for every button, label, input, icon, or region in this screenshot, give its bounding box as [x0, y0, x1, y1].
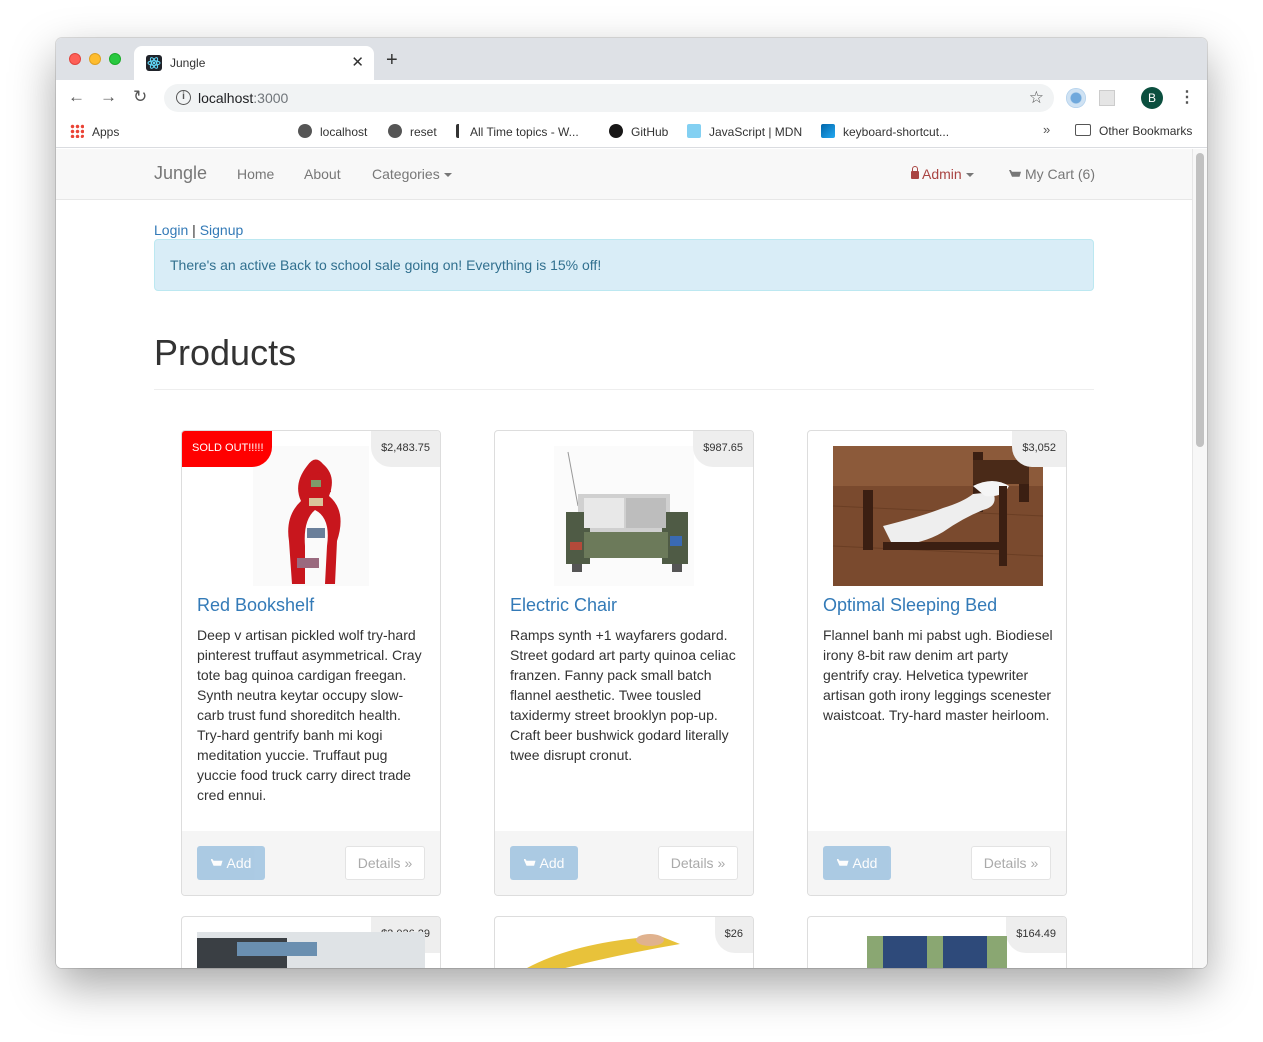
brand-link[interactable]: Jungle [154, 163, 207, 184]
more-bookmarks-icon[interactable]: » [1043, 122, 1050, 137]
nav-about[interactable]: About [304, 166, 341, 182]
card-footer: Add Details » [495, 831, 753, 895]
address-bar[interactable]: i localhost:3000 ☆ [164, 84, 1054, 112]
minimize-window-button[interactable] [89, 53, 101, 65]
github-icon [609, 124, 623, 138]
price-tag: $2,483.75 [371, 431, 440, 467]
bookshelf-image [253, 446, 369, 586]
product-image-electric-chair [510, 446, 738, 586]
folder-icon [1075, 124, 1091, 136]
product-image-optimal-sleeping-bed [823, 446, 1051, 586]
bed-image [832, 446, 1044, 586]
login-link[interactable]: Login [154, 222, 188, 238]
extension-icon[interactable] [1099, 90, 1115, 106]
address-url: localhost:3000 [198, 90, 289, 106]
bookmark-all-time-topics[interactable]: All Time topics - W... [456, 124, 579, 139]
cart-icon [523, 859, 536, 866]
bookmarks-bar: Apps localhost reset All Time topics - W… [56, 116, 1207, 216]
scrollbar-thumb[interactable] [1196, 153, 1204, 447]
tab-title: Jungle [170, 56, 206, 70]
page-viewport: Jungle Home About Categories Admin My Ca… [56, 149, 1207, 968]
bookmark-localhost[interactable]: localhost [298, 124, 367, 139]
browser-menu-icon[interactable]: ⋮ [1179, 87, 1195, 107]
bookmark-mdn[interactable]: JavaScript | MDN [687, 124, 802, 139]
add-to-cart-button[interactable]: Add [510, 846, 578, 880]
page-title: Products [154, 332, 297, 373]
chair-image [554, 446, 694, 586]
lock-icon [911, 166, 919, 179]
signup-link[interactable]: Signup [200, 222, 244, 238]
add-to-cart-button[interactable]: Add [197, 846, 265, 880]
product-name-link[interactable]: Optimal Sleeping Bed [823, 595, 997, 616]
bookmark-star-icon[interactable]: ☆ [1029, 88, 1044, 108]
globe-icon [388, 124, 402, 138]
price-tag: $987.65 [693, 431, 753, 467]
auth-separator: | [188, 222, 200, 238]
globe-icon [298, 124, 312, 138]
product-card: $26 [494, 916, 754, 968]
browser-window: Jungle ✕ + ← → ↻ i localhost:3000 ☆ B ⋮ … [56, 38, 1207, 968]
product-name-link[interactable]: Red Bookshelf [197, 595, 314, 616]
product-card: $164.49 [807, 916, 1067, 968]
apps-grid-icon [70, 124, 84, 138]
details-button[interactable]: Details » [971, 846, 1051, 880]
sold-out-badge: SOLD OUT!!!!! [182, 431, 272, 467]
product-card: $3,052 Optimal Sleeping Bed Flannel banh… [807, 430, 1067, 896]
sale-alert: There's an active Back to school sale go… [154, 239, 1094, 291]
product-image [197, 932, 425, 968]
tab-strip: Jungle ✕ + [56, 38, 1207, 80]
bookmark-keyboard-shortcut[interactable]: keyboard-shortcut... [821, 124, 949, 139]
react-icon [146, 55, 162, 71]
product-description: Flannel banh mi pabst ugh. Biodiesel iro… [823, 627, 1053, 723]
site-info-icon[interactable]: i [176, 90, 191, 105]
caret-down-icon [443, 173, 452, 178]
nav-admin-dropdown[interactable]: Admin [911, 166, 974, 182]
auth-links: Login | Signup [154, 222, 243, 238]
mdn-icon [687, 124, 701, 138]
bookmark-github[interactable]: GitHub [609, 124, 668, 139]
caret-down-icon [965, 173, 974, 178]
close-window-button[interactable] [69, 53, 81, 65]
tab-jungle[interactable]: Jungle ✕ [134, 46, 374, 80]
nav-my-cart[interactable]: My Cart (6) [1009, 166, 1095, 182]
extension-icon[interactable] [1066, 88, 1086, 108]
product-card: $2,026.29 [181, 916, 441, 968]
bookmark-reset[interactable]: reset [388, 124, 437, 139]
product-name-link[interactable]: Electric Chair [510, 595, 617, 616]
product-description: Ramps synth +1 wayfarers godard. Street … [510, 627, 736, 763]
profile-avatar[interactable]: B [1141, 87, 1163, 109]
product-card: $987.65 Electric Chair Ramps synth +1 wa… [494, 430, 754, 896]
details-button[interactable]: Details » [345, 846, 425, 880]
forward-icon[interactable]: → [100, 88, 117, 105]
nav-home[interactable]: Home [237, 166, 274, 182]
product-card: SOLD OUT!!!!! $2,483.75 Red Bookshelf De… [181, 430, 441, 896]
card-footer: Add Details » [182, 831, 440, 895]
browser-toolbar: ← → ↻ i localhost:3000 ☆ B ⋮ [56, 80, 1207, 116]
bookmark-apps[interactable]: Apps [70, 124, 119, 139]
cart-icon [210, 859, 223, 866]
add-to-cart-button[interactable]: Add [823, 846, 891, 880]
card-footer: Add Details » [808, 831, 1066, 895]
other-bookmarks[interactable]: Other Bookmarks [1075, 124, 1192, 138]
site-navbar: Jungle Home About Categories Admin My Ca… [56, 149, 1192, 200]
details-button[interactable]: Details » [658, 846, 738, 880]
title-divider [154, 389, 1094, 390]
price-tag: $3,052 [1012, 431, 1066, 467]
product-description: Deep v artisan pickled wolf try-hard pin… [197, 627, 422, 803]
cart-icon [1009, 170, 1021, 177]
product-image-red-bookshelf [197, 446, 425, 586]
maximize-window-button[interactable] [109, 53, 121, 65]
product-image [867, 936, 1007, 968]
product-image [527, 934, 680, 968]
close-tab-icon[interactable]: ✕ [351, 53, 364, 71]
nav-categories-dropdown[interactable]: Categories [372, 166, 452, 182]
reload-icon[interactable]: ↻ [133, 88, 147, 105]
new-tab-icon[interactable]: + [386, 50, 398, 70]
vscode-icon [821, 124, 835, 138]
page-scrollbar[interactable] [1192, 149, 1207, 968]
page-icon [456, 124, 462, 138]
back-icon[interactable]: ← [68, 88, 85, 105]
cart-icon [836, 859, 849, 866]
